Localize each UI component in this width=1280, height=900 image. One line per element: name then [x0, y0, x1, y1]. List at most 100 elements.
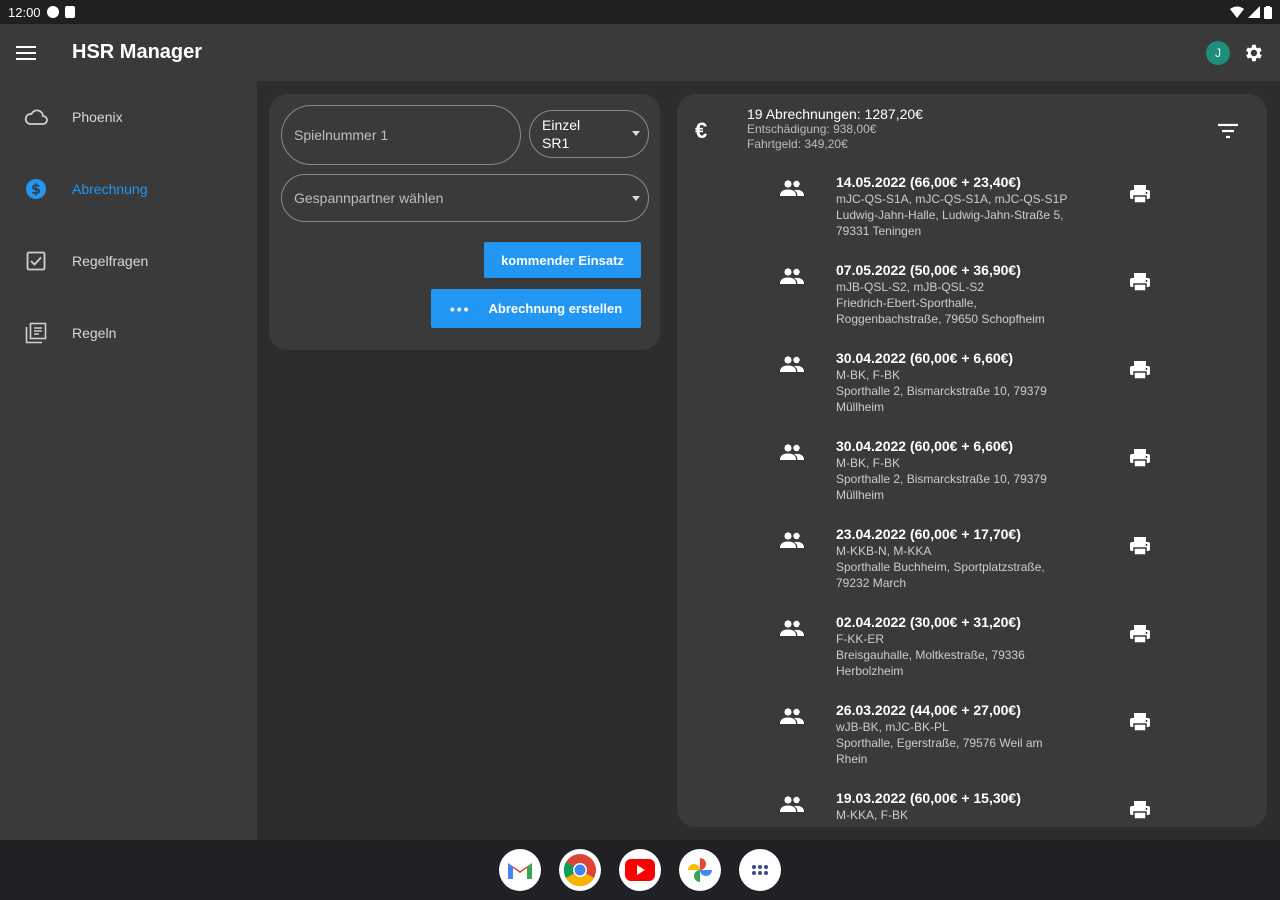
entry-detail-line: mJC-QS-S1A, mJC-QS-S1A, mJC-QS-S1P [836, 192, 1068, 206]
sim-card-icon [64, 6, 75, 18]
summary-entschaedigung: Entschädigung: 938,00€ [747, 122, 877, 136]
sidebar-item-label: Abrechnung [72, 181, 148, 197]
menu-icon[interactable] [16, 41, 40, 65]
entry-detail-line: Sporthalle Buchheim, Sportplatzstraße, [836, 560, 1045, 574]
entry-detail-line: Ludwig-Jahn-Halle, Ludwig-Jahn-Straße 5, [836, 208, 1064, 222]
group-people-icon [780, 532, 804, 548]
gmail-icon[interactable] [499, 849, 541, 891]
group-people-icon [780, 356, 804, 372]
print-icon[interactable] [1129, 712, 1151, 732]
status-bar: 12:00 [0, 0, 1280, 24]
entry-title: 19.03.2022 (60,00€ + 15,30€) [836, 790, 1021, 806]
wifi-icon [1230, 6, 1244, 18]
role-select-line1: Einzel [542, 117, 581, 133]
entry-title: 23.04.2022 (60,00€ + 17,70€) [836, 526, 1021, 542]
sidebar-item-label: Regeln [72, 325, 117, 341]
checkbox-icon [24, 249, 48, 273]
role-select[interactable]: Einzel SR1 [529, 110, 649, 158]
print-icon[interactable] [1129, 360, 1151, 380]
entry-detail-line: Müllheim [836, 400, 885, 414]
euro-icon: € [695, 118, 708, 143]
svg-text:$: $ [31, 182, 41, 198]
sidebar-item-regelfragen[interactable]: Regelfragen [0, 225, 257, 297]
group-people-icon [780, 620, 804, 636]
billing-form-card: Spielnummer 1 Einzel SR1 Gespannpartner … [269, 94, 660, 350]
sidebar-item-abrechnung[interactable]: $ Abrechnung [0, 153, 257, 225]
sidebar-item-regeln[interactable]: Regeln [0, 297, 257, 369]
entry-detail-line: M-KKB-N, M-KKA [836, 544, 932, 558]
kommender-einsatz-button[interactable]: kommender Einsatz [484, 242, 641, 278]
group-people-icon [780, 708, 804, 724]
role-select-line2: SR1 [542, 135, 570, 151]
print-icon[interactable] [1129, 272, 1151, 292]
dropdown-arrow-icon [632, 131, 640, 136]
entry-title: 30.04.2022 (60,00€ + 6,60€) [836, 350, 1014, 366]
sidebar-item-label: Regelfragen [72, 253, 149, 269]
entry-title: 26.03.2022 (44,00€ + 27,00€) [836, 702, 1021, 718]
list-item: 26.03.2022 (44,00€ + 27,00€) wJB-BK, mJC-… [677, 702, 1267, 790]
list-item: 19.03.2022 (60,00€ + 15,30€) M-KKA, F-BK [677, 790, 1267, 827]
cloud-icon [24, 105, 48, 129]
gespannpartner-placeholder: Gespannpartner wählen [294, 190, 444, 206]
entry-detail-line: M-BK, F-BK [836, 368, 901, 382]
dropdown-arrow-icon [632, 196, 640, 201]
gespannpartner-select[interactable]: Gespannpartner wählen [281, 174, 649, 222]
entry-detail-line: M-KKA, F-BK [836, 808, 909, 822]
group-people-icon [780, 796, 804, 812]
list-item: 30.04.2022 (60,00€ + 6,60€) M-BK, F-BK Spo… [677, 350, 1267, 438]
entry-detail-line: wJB-BK, mJC-BK-PL [836, 720, 949, 734]
billing-list-card: € 19 Abrechnungen: 1287,20€ Entschädigun… [677, 94, 1267, 827]
filter-icon[interactable] [1217, 122, 1239, 140]
print-icon[interactable] [1129, 624, 1151, 644]
entry-detail-line: M-BK, F-BK [836, 456, 901, 470]
print-icon[interactable] [1129, 536, 1151, 556]
entry-detail-line: Herbolzheim [836, 664, 904, 678]
group-people-icon [780, 268, 804, 284]
print-icon[interactable] [1129, 184, 1151, 204]
abrechnung-erstellen-label: Abrechnung erstellen [488, 301, 623, 316]
settings-gear-icon[interactable] [1242, 42, 1264, 64]
signal-icon [1248, 6, 1260, 18]
entry-detail-line: Breisgauhalle, Moltkestraße, 79336 [836, 648, 1025, 662]
chrome-icon[interactable] [559, 849, 601, 891]
entry-detail-line: Sporthalle 2, Bismarckstraße 10, 79379 [836, 472, 1047, 486]
entry-detail-line: 79331 Teningen [836, 224, 922, 238]
entry-detail-line: mJB-QSL-S2, mJB-QSL-S2 [836, 280, 985, 294]
print-icon[interactable] [1129, 448, 1151, 468]
entry-detail-line: Müllheim [836, 488, 885, 502]
list-item: 02.04.2022 (30,00€ + 31,20€) F-KK-ER Breis… [677, 614, 1267, 702]
spielnummer-placeholder: Spielnummer 1 [294, 127, 389, 143]
list-item: 07.05.2022 (50,00€ + 36,90€) mJB-QSL-S2, … [677, 262, 1267, 350]
entry-detail-line: Sporthalle 2, Bismarckstraße 10, 79379 [836, 384, 1047, 398]
entry-title: 02.04.2022 (30,00€ + 31,20€) [836, 614, 1021, 630]
entry-title: 14.05.2022 (66,00€ + 23,40€) [836, 174, 1021, 190]
avatar[interactable]: J [1206, 40, 1230, 65]
entry-title: 07.05.2022 (50,00€ + 36,90€) [836, 262, 1021, 278]
youtube-icon[interactable] [619, 849, 661, 891]
entry-detail-line: Roggenbachstraße, 79650 Schopfheim [836, 312, 1045, 326]
app-title: HSR Manager [72, 41, 203, 63]
spielnummer-input[interactable]: Spielnummer 1 [281, 105, 521, 165]
summary-fahrtgeld: Fahrtgeld: 349,20€ [747, 137, 848, 151]
app-dock [0, 840, 1280, 900]
main-content: Spielnummer 1 Einzel SR1 Gespannpartner … [257, 81, 1280, 840]
list-item: 14.05.2022 (66,00€ + 23,40€) mJC-QS-S1A, … [677, 174, 1267, 262]
billing-summary: 19 Abrechnungen: 1287,20€ Entschädigung:… [747, 106, 923, 152]
entry-title: 30.04.2022 (60,00€ + 6,60€) [836, 438, 1014, 454]
billing-entries-list: 14.05.2022 (66,00€ + 23,40€) mJC-QS-S1A, … [677, 174, 1267, 827]
entry-detail-line: Friedrich-Ebert-Sporthalle, [836, 296, 977, 310]
status-time: 12:00 [8, 4, 41, 20]
apps-icon[interactable] [739, 849, 781, 891]
print-icon[interactable] [1129, 800, 1151, 820]
battery-icon [1264, 5, 1272, 19]
entry-detail-line: Rhein [836, 752, 868, 766]
sidebar-item-phoenix[interactable]: Phoenix [0, 81, 257, 153]
photos-icon[interactable] [679, 849, 721, 891]
navigation-sidebar: Phoenix $ Abrechnung Regelfragen Regeln [0, 81, 257, 840]
group-people-icon [780, 444, 804, 460]
library-icon [24, 321, 48, 345]
abrechnung-erstellen-button[interactable]: ••• Abrechnung erstellen [431, 289, 641, 328]
summary-title: 19 Abrechnungen: 1287,20€ [747, 106, 923, 122]
more-dots-icon: ••• [449, 300, 471, 317]
app-bar: HSR Manager J [0, 24, 1280, 81]
